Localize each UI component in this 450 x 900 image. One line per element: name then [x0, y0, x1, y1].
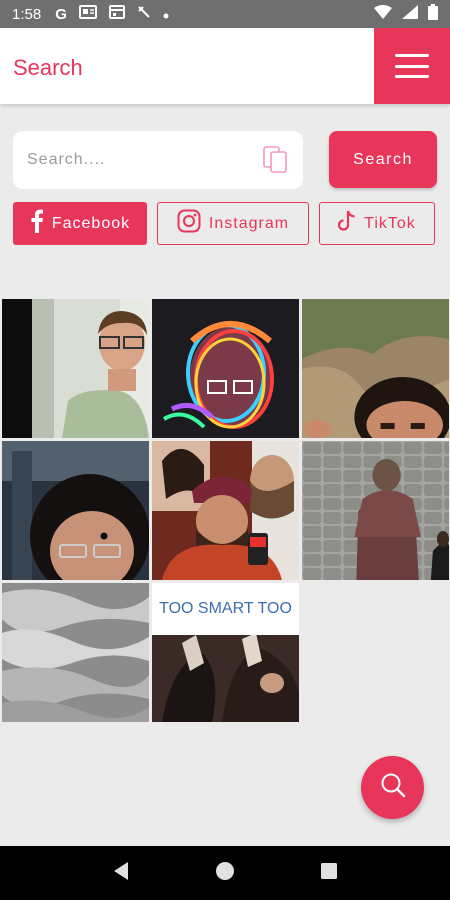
tiktok-label: TikTok [364, 214, 416, 232]
signal-icon [402, 5, 418, 23]
instagram-label: Instagram [208, 214, 290, 232]
gif-thumbnail[interactable] [152, 299, 299, 438]
facebook-button[interactable]: Facebook [13, 202, 147, 245]
search-input[interactable] [27, 131, 257, 189]
news-icon [78, 5, 97, 23]
app-bar: Search [0, 28, 450, 104]
facebook-label: Facebook [51, 214, 131, 232]
recents-icon[interactable] [320, 862, 338, 885]
wifi-icon [374, 5, 392, 23]
tiktok-button[interactable]: TikTok [319, 202, 435, 245]
gif-thumbnail[interactable] [2, 299, 149, 438]
gif-thumbnail[interactable] [2, 441, 149, 580]
gif-caption: TOO SMART TOO [152, 583, 299, 635]
page-title: Search [13, 55, 83, 80]
menu-button[interactable] [374, 28, 450, 104]
gif-thumbnail[interactable] [2, 583, 149, 722]
facebook-icon [30, 209, 44, 238]
status-bar: 1:58 G [0, 0, 450, 28]
home-icon[interactable] [215, 861, 235, 886]
google-icon: G [55, 5, 67, 23]
battery-icon [428, 4, 438, 24]
tool-icon [137, 5, 151, 23]
hamburger-menu-icon [395, 54, 429, 78]
dot-icon [163, 6, 169, 23]
gif-thumbnail[interactable]: TOO SMART TOO [152, 583, 299, 722]
status-right-icons [374, 4, 438, 24]
clipboard-icon[interactable] [263, 146, 289, 174]
tiktok-icon [338, 210, 356, 237]
search-icon [379, 771, 407, 804]
instagram-icon [177, 209, 201, 238]
gif-thumbnail[interactable] [302, 441, 449, 580]
gif-thumbnail[interactable] [302, 299, 449, 438]
instagram-button[interactable]: Instagram [157, 202, 309, 245]
system-nav-bar [0, 846, 450, 900]
search-field [13, 131, 303, 189]
status-time: 1:58 [12, 5, 42, 23]
back-icon[interactable] [112, 861, 130, 886]
gif-results-grid: TOO SMART TOO [2, 299, 449, 722]
floating-search-button[interactable] [361, 756, 424, 819]
calendar-icon [108, 5, 125, 23]
gif-thumbnail[interactable] [152, 441, 299, 580]
search-button[interactable]: Search [329, 131, 437, 188]
